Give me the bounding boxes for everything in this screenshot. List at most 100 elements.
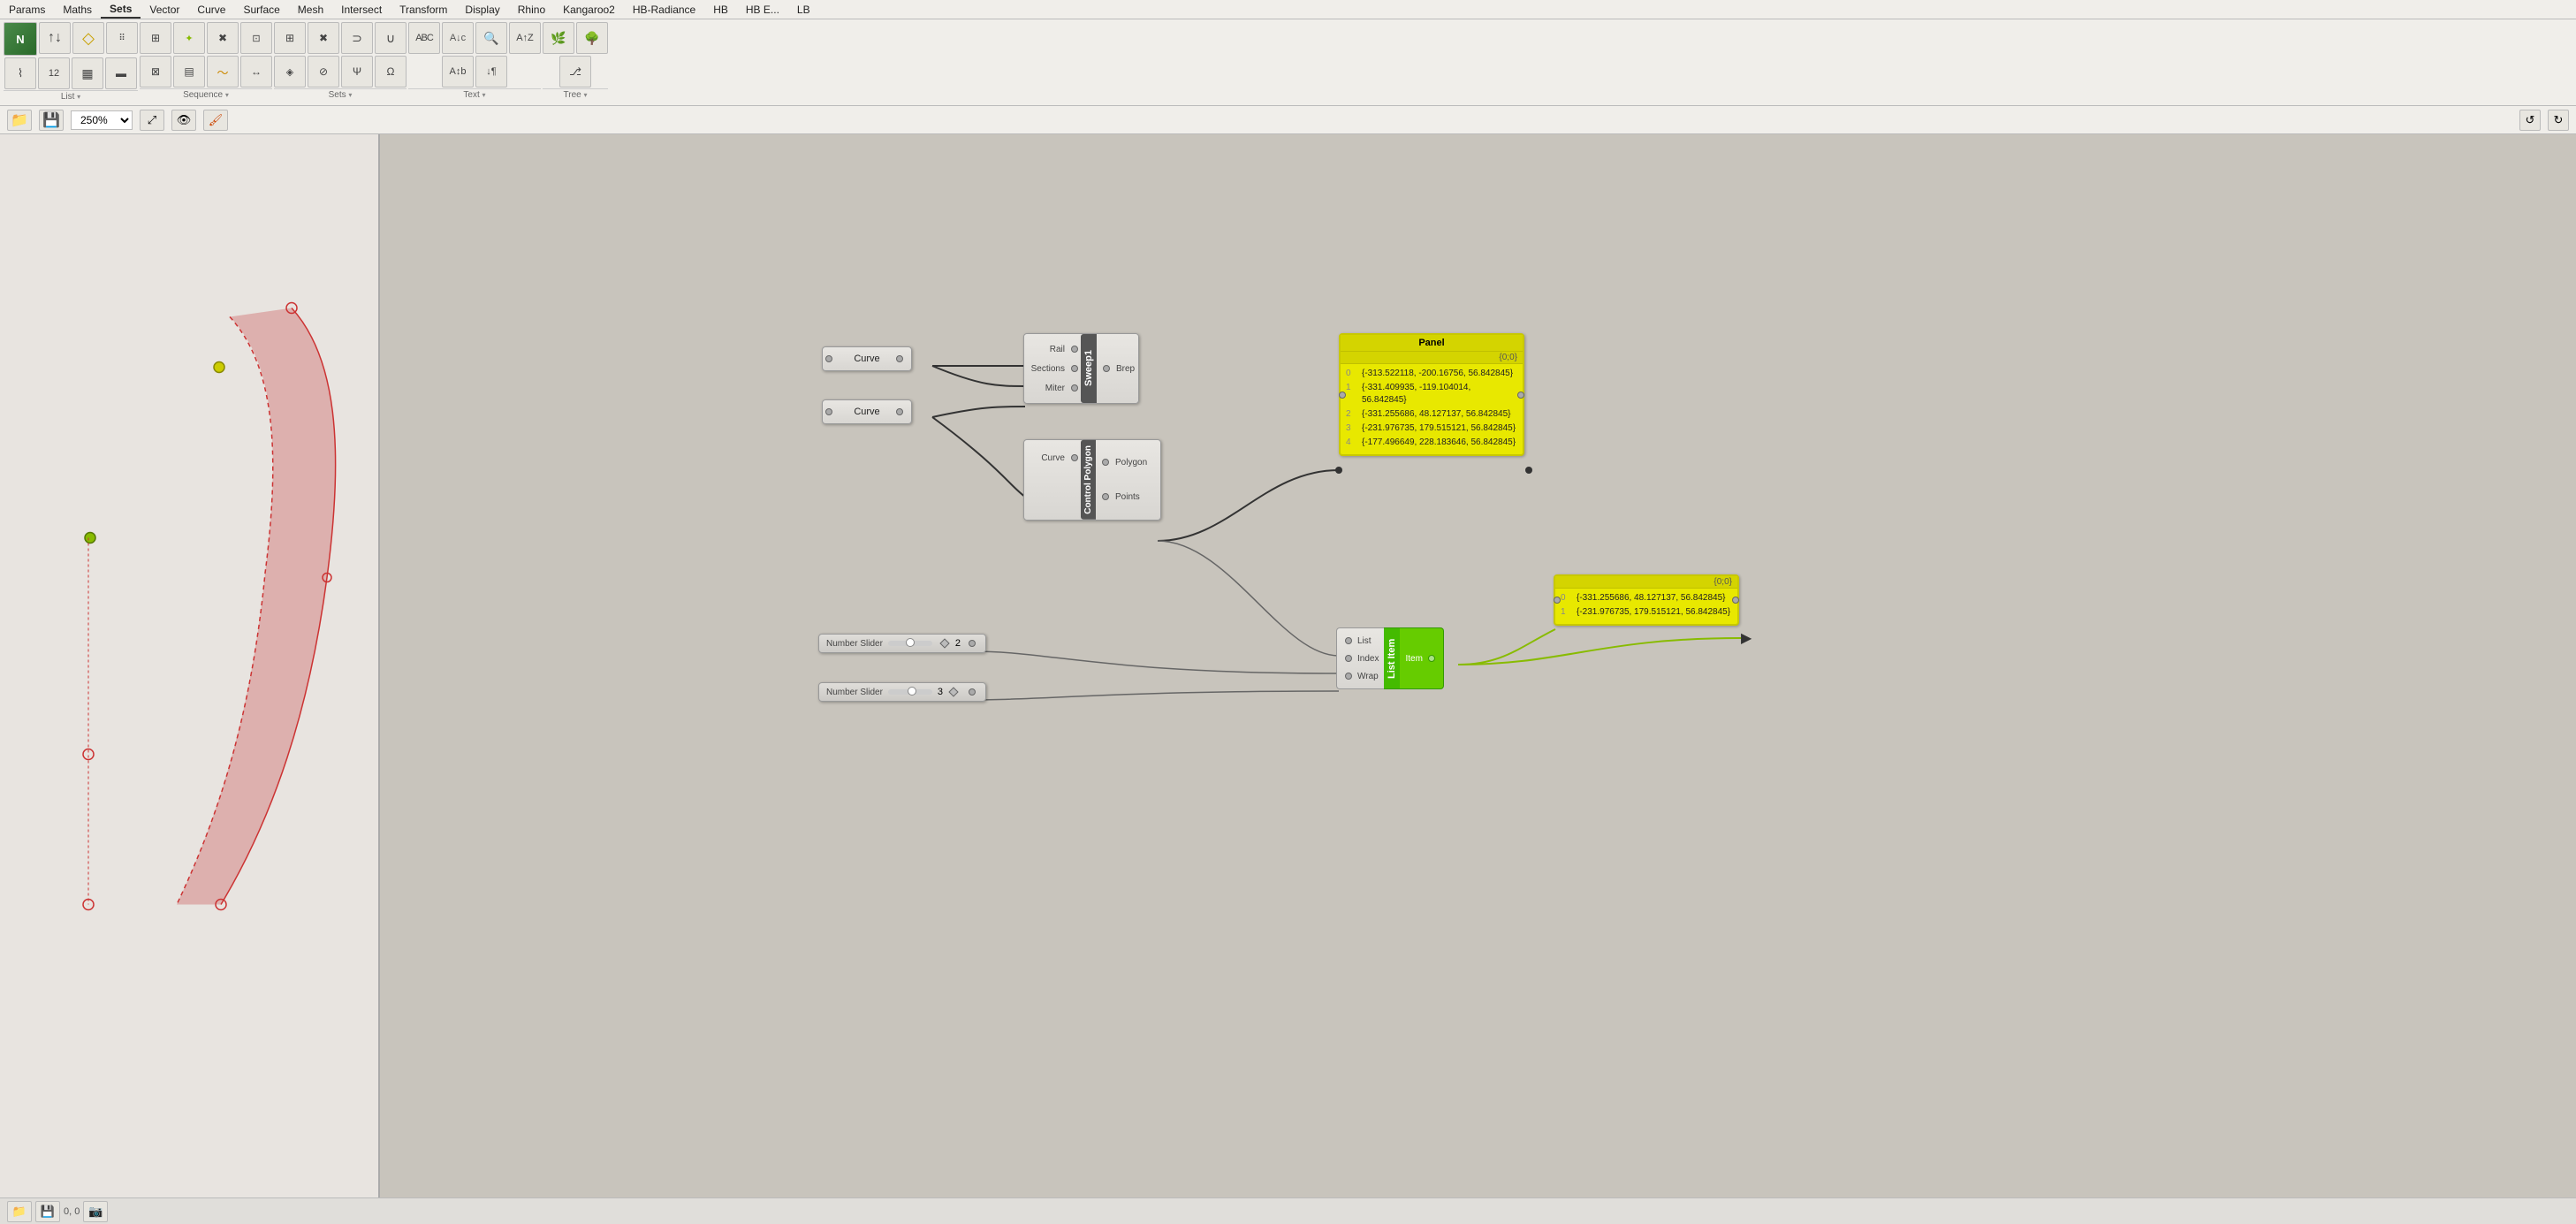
tb-seq2[interactable]: ✦ <box>173 22 205 54</box>
slider1-value: 2 <box>955 638 961 649</box>
toolbar-section-list: N ↑↓ ◇ ⠿ ⌇ 12 ▦ ▬ List ▾ <box>4 22 138 103</box>
slider1-node[interactable]: Number Slider 2 <box>818 634 986 653</box>
tb-tree2[interactable]: 🌳 <box>576 22 608 54</box>
slider2-node[interactable]: Number Slider 3 <box>818 682 986 702</box>
curve1-input-port <box>825 355 832 362</box>
curve1-output-port <box>896 355 903 362</box>
toolbar-btn-n[interactable]: N <box>4 22 37 56</box>
save-btn[interactable]: 💾 <box>39 110 64 131</box>
cp-polygon-port <box>1102 459 1109 466</box>
tb-seq8[interactable]: ↔ <box>240 56 272 87</box>
tb-sets1[interactable]: ⊞ <box>274 22 306 54</box>
main-area: Curve Curve <box>0 134 2576 1197</box>
tb-seq5[interactable]: ⊠ <box>140 56 171 87</box>
toolbar-btn-grid2[interactable]: ▦ <box>72 57 103 89</box>
section-label-tree: Tree ▾ <box>543 88 608 101</box>
toolbar-btn-sort[interactable]: ↑↓ <box>39 22 71 54</box>
cp-curve-port <box>1071 454 1078 461</box>
tb-sets6[interactable]: ⊘ <box>308 56 339 87</box>
tb-text6[interactable]: ↓¶ <box>475 56 507 87</box>
slider2-output-port <box>969 688 976 696</box>
bottom-open-btn[interactable]: 📁 <box>7 1201 32 1222</box>
slider1-output-port <box>969 640 976 647</box>
control-polygon-node[interactable]: Curve Control Polygon Polygon Points <box>1023 439 1161 521</box>
tb-text1[interactable]: ABC <box>408 22 440 54</box>
sweep1-node[interactable]: Rail Sections Miter Sweep1 <box>1023 333 1139 404</box>
section-label-text: Text ▾ <box>408 88 541 101</box>
tb-seq6[interactable]: ▤ <box>173 56 205 87</box>
bottom-coords: 0, 0 <box>64 1206 80 1217</box>
tb-tree3[interactable]: ⎇ <box>559 56 591 87</box>
sweep-sections-port <box>1071 365 1078 372</box>
menu-intersect[interactable]: Intersect <box>332 2 391 18</box>
panel2-input-port <box>1554 597 1561 604</box>
bottom-camera-btn[interactable]: 📷 <box>83 1201 108 1222</box>
tb-text3[interactable]: 🔍 <box>475 22 507 54</box>
cp-points-port <box>1102 493 1109 500</box>
toolbar-btn-bar[interactable]: ▬ <box>105 57 137 89</box>
li-item-port <box>1428 655 1435 662</box>
curve1-label: Curve <box>840 347 893 370</box>
tb-sets5[interactable]: ◈ <box>274 56 306 87</box>
menu-curve[interactable]: Curve <box>188 2 234 18</box>
section-label-list: List ▾ <box>4 90 138 103</box>
li-list-port <box>1345 637 1352 644</box>
tb-sets7[interactable]: Ψ <box>341 56 373 87</box>
tb-seq4[interactable]: ⊡ <box>240 22 272 54</box>
toolbar-btn-wave[interactable]: ⌇ <box>4 57 36 89</box>
toolbar-section-text: ABC A↓c 🔍 A↑Z A↕b ↓¶ Text ▾ <box>408 22 541 101</box>
tb-sets2[interactable]: ✖ <box>308 22 339 54</box>
menu-hb[interactable]: HB <box>704 2 737 18</box>
toolbar-section-tree: 🌿 🌳 ⎇ Tree ▾ <box>543 22 608 101</box>
bottom-save-btn[interactable]: 💾 <box>35 1201 60 1222</box>
sweep-rail-port <box>1071 346 1078 353</box>
sweep1-label: Sweep1 <box>1081 334 1097 403</box>
curve1-node[interactable]: Curve <box>822 346 912 371</box>
menu-params[interactable]: Params <box>0 2 54 18</box>
section-label-sequence: Sequence ▾ <box>140 88 272 101</box>
toolbar-btn-diamond[interactable]: ◇ <box>72 22 104 54</box>
sweep-brep-port <box>1103 365 1110 372</box>
li-wrap-port <box>1345 673 1352 680</box>
menu-hb-e[interactable]: HB E... <box>737 2 788 18</box>
tb-seq7[interactable]: 〜 <box>207 56 239 87</box>
menu-mesh[interactable]: Mesh <box>289 2 332 18</box>
menu-surface[interactable]: Surface <box>234 2 288 18</box>
rhino-viewport[interactable] <box>0 134 380 1197</box>
tb-sets3[interactable]: ⊃ <box>341 22 373 54</box>
gh-canvas[interactable]: Curve Curve <box>380 134 2576 1197</box>
tb-sets8[interactable]: Ω <box>375 56 407 87</box>
paint-btn[interactable]: 🖌 <box>203 110 228 131</box>
eye-btn[interactable]: 👁 <box>171 110 196 131</box>
curve2-input-port <box>825 408 832 415</box>
tb-sets4[interactable]: ∪ <box>375 22 407 54</box>
redo-btn[interactable]: ↻ <box>2548 110 2569 131</box>
menu-hb-radiance[interactable]: HB-Radiance <box>624 2 704 18</box>
tb-tree1[interactable]: 🌿 <box>543 22 574 54</box>
panel1-input-port <box>1339 392 1346 399</box>
menu-display[interactable]: Display <box>456 2 508 18</box>
tb-seq1[interactable]: ⊞ <box>140 22 171 54</box>
tb-text4[interactable]: A↑Z <box>509 22 541 54</box>
open-btn[interactable]: 📁 <box>7 110 32 131</box>
panel2-node[interactable]: {0;0} 0{-331.255686, 48.127137, 56.84284… <box>1554 574 1739 626</box>
menu-rhino[interactable]: Rhino <box>509 2 554 18</box>
tb-seq3[interactable]: ✖ <box>207 22 239 54</box>
menu-maths[interactable]: Maths <box>54 2 101 18</box>
tb-text2[interactable]: A↓c <box>442 22 474 54</box>
tb-text5[interactable]: A↕b <box>442 56 474 87</box>
menu-kangaroo[interactable]: Kangaroo2 <box>554 2 624 18</box>
list-item-node[interactable]: List Index Wrap List Item Item <box>1336 627 1455 689</box>
undo-btn[interactable]: ↺ <box>2519 110 2541 131</box>
fit-btn[interactable]: ⤢ <box>140 110 164 131</box>
toolbar-section-sequence: ⊞ ✦ ✖ ⊡ ⊠ ▤ 〜 ↔ Sequence ▾ <box>140 22 272 101</box>
panel1-node[interactable]: Panel {0;0} 0{-313.522118, -200.16756, 5… <box>1339 333 1524 456</box>
curve2-node[interactable]: Curve <box>822 399 912 424</box>
menu-sets[interactable]: Sets <box>101 1 141 19</box>
menu-transform[interactable]: Transform <box>391 2 456 18</box>
toolbar-btn-dots[interactable]: ⠿ <box>106 22 138 54</box>
menu-vector[interactable]: Vector <box>141 2 188 18</box>
menu-lb[interactable]: LB <box>788 2 819 18</box>
zoom-select[interactable]: 250% 100% 150% 200% <box>71 110 133 130</box>
toolbar-btn-num[interactable]: 12 <box>38 57 70 89</box>
